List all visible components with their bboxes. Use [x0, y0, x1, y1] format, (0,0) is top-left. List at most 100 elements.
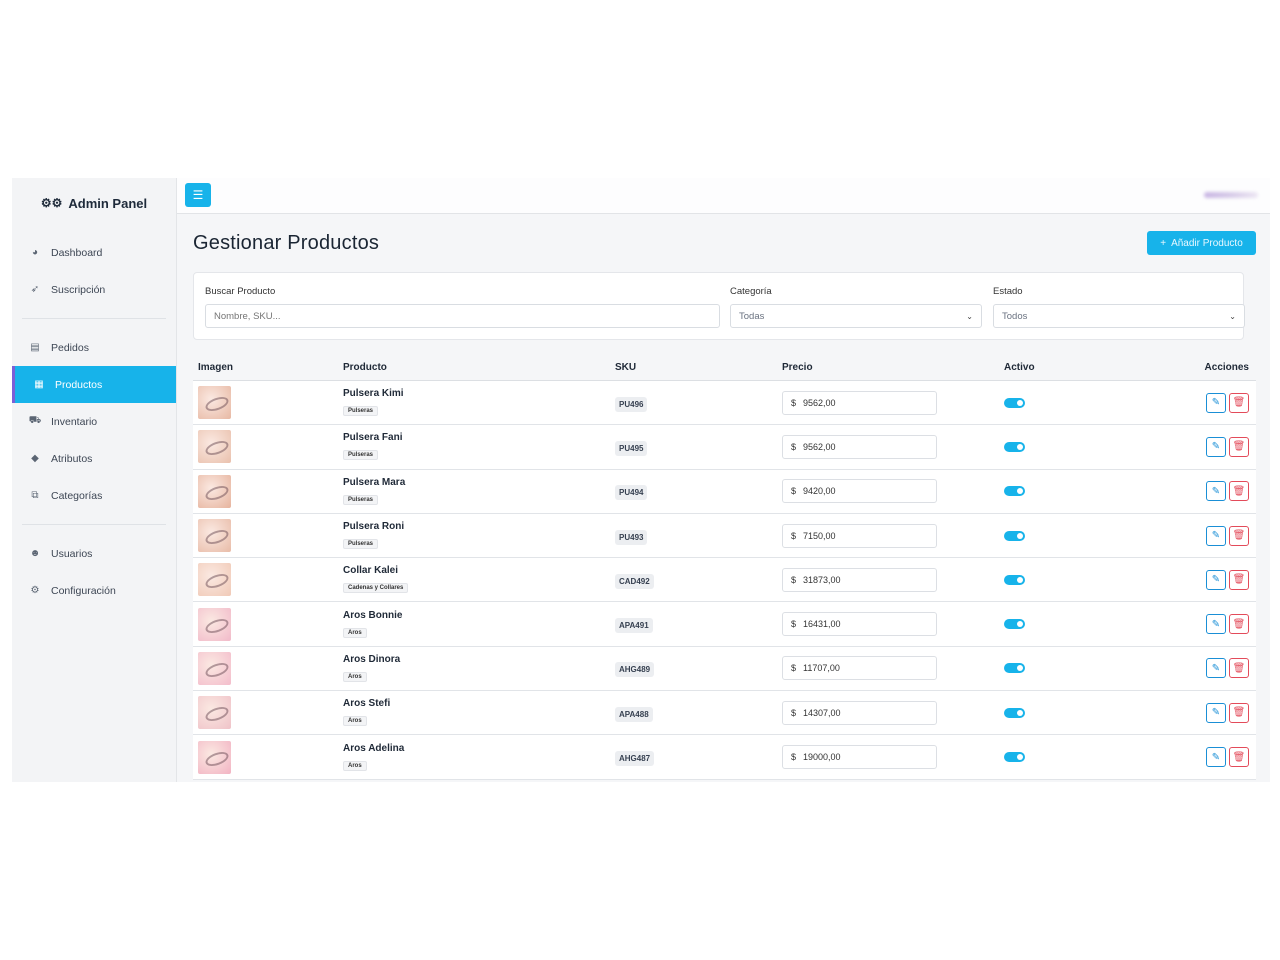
delete-button[interactable]: 🗑 — [1229, 392, 1249, 413]
currency-symbol: $ — [791, 397, 797, 408]
edit-button[interactable]: ✎ — [1206, 481, 1226, 502]
sidebar-item-categorias[interactable]: ⧉ Categorías — [12, 477, 176, 514]
product-thumbnail[interactable] — [198, 386, 231, 420]
sku-badge: CAD492 — [615, 573, 654, 589]
sidebar-item-configuracion[interactable]: ⚙ Configuración — [12, 572, 176, 609]
product-name[interactable]: Aros Stefi — [343, 698, 615, 709]
menu-toggle-button[interactable]: ☰ — [185, 183, 211, 207]
product-name[interactable]: Pulsera Kimi — [343, 388, 615, 399]
product-thumbnail[interactable] — [198, 430, 231, 464]
sidebar-item-inventario[interactable]: ⛟ Inventario — [12, 403, 176, 440]
active-toggle[interactable] — [1004, 441, 1025, 452]
delete-button[interactable]: 🗑 — [1229, 481, 1249, 502]
table-row: Aros Bonnie Aros APA491 $ 16431,00 ✎ 🗑 — [193, 602, 1256, 647]
user-menu[interactable] — [1204, 192, 1258, 198]
plus-icon: + — [1160, 237, 1167, 249]
delete-button[interactable]: 🗑 — [1229, 525, 1249, 546]
category-badge: Pulseras — [343, 406, 379, 417]
product-thumbnail[interactable] — [198, 474, 231, 508]
status-select[interactable]: Todos ⌄ — [993, 304, 1245, 328]
table-row: Pulsera Fani Pulseras PU495 $ 9562,00 ✎ … — [193, 425, 1256, 470]
price-input[interactable]: $ 19000,00 — [782, 745, 937, 770]
add-product-button[interactable]: + Añadir Producto — [1147, 231, 1256, 255]
sidebar-item-label: Dashboard — [51, 246, 103, 259]
product-name[interactable]: Aros Adelina — [343, 743, 615, 754]
edit-button[interactable]: ✎ — [1206, 525, 1226, 546]
price-input[interactable]: $ 7150,00 — [782, 523, 937, 548]
price-input[interactable]: $ 9420,00 — [782, 479, 937, 504]
edit-button[interactable]: ✎ — [1206, 569, 1226, 590]
product-thumbnail[interactable] — [198, 563, 231, 597]
product-thumbnail[interactable] — [198, 740, 231, 774]
edit-button[interactable]: ✎ — [1206, 658, 1226, 679]
category-badge: Aros — [343, 627, 367, 638]
product-name[interactable]: Pulsera Roni — [343, 521, 615, 532]
price-value: 9562,00 — [803, 441, 836, 452]
active-toggle[interactable] — [1004, 486, 1025, 497]
sidebar-item-label: Suscripción — [51, 283, 106, 296]
product-thumbnail[interactable] — [198, 607, 231, 641]
brand[interactable]: ⚙⚙ Admin Panel — [12, 178, 176, 228]
trash-icon: 🗑 — [1232, 530, 1246, 542]
sidebar-item-atributos[interactable]: ◆ Atributos — [12, 440, 176, 477]
delete-button[interactable]: 🗑 — [1229, 614, 1249, 635]
sidebar-item-productos[interactable]: ▦ Productos — [12, 366, 176, 403]
product-thumbnail[interactable] — [198, 696, 231, 730]
category-badge: Cadenas y Collares — [343, 583, 409, 594]
trash-icon: 🗑 — [1232, 751, 1246, 763]
sidebar-item-label: Categorías — [51, 489, 103, 502]
app-window: ⚙⚙ Admin Panel ◕ Dashboard ➶ Suscripción… — [12, 178, 1270, 782]
rocket-icon: ➶ — [30, 284, 40, 295]
price-input[interactable]: $ 31873,00 — [782, 567, 937, 592]
delete-button[interactable]: 🗑 — [1229, 569, 1249, 590]
table-row: Collar Kalei Cadenas y Collares CAD492 $… — [193, 558, 1256, 603]
price-input[interactable]: $ 11707,00 — [782, 656, 937, 681]
product-name[interactable]: Aros Dinora — [343, 654, 615, 665]
product-name[interactable]: Pulsera Fani — [343, 432, 615, 443]
edit-button[interactable]: ✎ — [1206, 436, 1226, 457]
active-toggle[interactable] — [1004, 619, 1025, 630]
active-toggle[interactable] — [1004, 707, 1025, 718]
delete-button[interactable]: 🗑 — [1229, 747, 1249, 768]
edit-button[interactable]: ✎ — [1206, 614, 1226, 635]
status-value: Todos — [1002, 310, 1028, 322]
sku-badge: AHG487 — [615, 751, 655, 767]
active-toggle[interactable] — [1004, 663, 1025, 674]
active-toggle[interactable] — [1004, 752, 1025, 763]
edit-button[interactable]: ✎ — [1206, 747, 1226, 768]
search-input[interactable] — [205, 304, 720, 328]
filters-card: Buscar Producto Categoría Todas ⌄ Estado… — [193, 272, 1245, 340]
delete-button[interactable]: 🗑 — [1229, 436, 1249, 457]
active-toggle[interactable] — [1004, 574, 1025, 585]
delete-button[interactable]: 🗑 — [1229, 702, 1249, 723]
table-row: Aros Dinora Aros AHG489 $ 11707,00 ✎ 🗑 — [193, 646, 1256, 692]
edit-icon: ✎ — [1211, 751, 1221, 763]
edit-button[interactable]: ✎ — [1206, 702, 1226, 723]
price-input[interactable]: $ 14307,00 — [782, 700, 937, 725]
trash-icon: 🗑 — [1232, 707, 1246, 719]
delete-button[interactable]: 🗑 — [1229, 658, 1249, 679]
category-select[interactable]: Todas ⌄ — [730, 304, 982, 328]
active-toggle[interactable] — [1004, 530, 1025, 541]
price-input[interactable]: $ 9562,00 — [782, 390, 937, 415]
sidebar-item-suscripcion[interactable]: ➶ Suscripción — [12, 271, 176, 308]
price-input[interactable]: $ 9562,00 — [782, 434, 937, 459]
product-name[interactable]: Pulsera Mara — [343, 477, 615, 488]
table-row: Aros Adelina Aros AHG487 $ 19000,00 ✎ 🗑 — [193, 735, 1256, 780]
products-table: Imagen Producto SKU Precio Activo Accion… — [193, 354, 1256, 780]
status-label: Estado — [993, 286, 1023, 297]
sidebar-item-pedidos[interactable]: ▤ Pedidos — [12, 329, 176, 366]
product-name[interactable]: Aros Bonnie — [343, 610, 615, 621]
dashboard-icon: ◕ — [31, 247, 39, 258]
price-input[interactable]: $ 16431,00 — [782, 612, 937, 637]
edit-button[interactable]: ✎ — [1206, 392, 1226, 413]
sidebar-item-dashboard[interactable]: ◕ Dashboard — [12, 234, 176, 271]
product-name[interactable]: Collar Kalei — [343, 565, 615, 576]
page-title: Gestionar Productos — [193, 232, 380, 254]
sidebar-item-usuarios[interactable]: ☻ Usuarios — [12, 535, 176, 572]
sidebar: ⚙⚙ Admin Panel ◕ Dashboard ➶ Suscripción… — [12, 178, 177, 782]
product-thumbnail[interactable] — [198, 519, 231, 553]
product-thumbnail[interactable] — [198, 651, 231, 685]
active-toggle[interactable] — [1004, 397, 1025, 408]
price-value: 9562,00 — [803, 397, 836, 408]
